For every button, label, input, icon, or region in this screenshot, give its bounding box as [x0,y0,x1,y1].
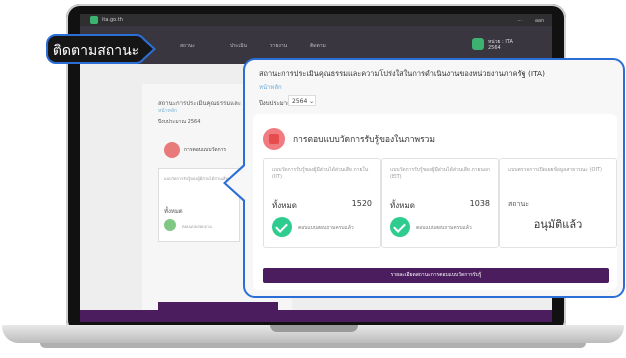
inner-red-icon [164,142,180,158]
status-label-pill: ติดตามสถานะ [46,34,146,64]
inner-box-status: ตอบแบบสอบถาม [182,224,212,229]
iit-count: 1520 [351,199,372,208]
popup-breadcrumb[interactable]: หน้าหลัก [259,82,282,92]
inner-subtitle[interactable]: หน้าหลัก [158,107,177,115]
user-avatar-icon[interactable] [472,38,484,50]
inner-detail-button[interactable] [158,302,278,310]
inner-check-icon [164,219,176,231]
iit-title: แบบวัดการรับรู้ของผู้มีส่วนได้ส่วนเสีย ภ… [272,167,369,180]
app-topbar: ita.go.th ... ออก [80,14,552,26]
app-footer-bar [80,310,552,322]
nav-item-follow[interactable]: ติดตาม [310,42,326,50]
detail-status-button[interactable]: รายละเอียดสถานะการตอบแบบวัดการรับรู้ [263,268,609,283]
site-logo-text: ita.go.th [102,17,123,23]
iit-all-label: ทั้งหมด [272,201,297,210]
year-select[interactable]: 2564 ⌄ [288,95,316,106]
signout-link[interactable]: ออก [535,17,544,25]
section-title: การตอบแบบวัดการรับรู้ของในภาพรวม [293,135,436,145]
user-year: 2564 [488,45,501,51]
nav-item-report[interactable]: รายงาน [270,42,287,50]
oit-box: แบบตรวจการเปิดเผยข้อมูลสาธารณะ (OIT) สถา… [499,158,617,248]
check-circle-icon [390,217,410,237]
iit-status: ตอบแบบสอบถามครบแล้ว [298,225,354,231]
eit-title: แบบวัดการรับรู้ของผู้มีส่วนได้ส่วนเสีย ภ… [390,167,490,180]
inner-box-all: ทั้งหมด [164,208,183,215]
laptop-foot [40,343,586,348]
site-logo-icon [90,16,98,24]
eit-count: 1038 [469,199,490,208]
eit-box: แบบวัดการรับรู้ของผู้มีส่วนได้ส่วนเสีย ภ… [381,158,499,248]
eit-all-label: ทั้งหมด [390,201,415,210]
laptop-notch [270,325,358,332]
inner-year: ปีงบประมาณ 2564 [158,119,201,125]
survey-icon-inner [269,134,279,144]
label-arrow-inner [143,40,153,58]
zoom-popup: สถานะการประเมินคุณธรรมและความโปร่งใสในกา… [243,58,625,298]
inner-red-title: การตอบแบบวัดการ [184,147,227,153]
nav-item-assess[interactable]: ประเมิน [230,42,247,50]
user-info: หน่วย : ITA 2564 [488,39,513,51]
check-circle-icon [272,217,292,237]
oit-approved: อนุมัติแล้ว [533,218,583,231]
overview-card: การตอบแบบวัดการรับรู้ของในภาพรวม แบบวัดก… [253,114,617,290]
nav-item-status[interactable]: สถานะ [180,42,195,50]
popup-arrow-inner [226,166,245,200]
iit-box: แบบวัดการรับรู้ของผู้มีส่วนได้ส่วนเสีย ภ… [263,158,381,248]
bell-icon[interactable]: ... [517,17,522,23]
popup-title: สถานะการประเมินคุณธรรมและความโปร่งใสในกา… [259,69,545,78]
eit-status: ตอบแบบสอบถามครบแล้ว [416,225,472,231]
oit-status-label: สถานะ [508,200,529,208]
oit-title: แบบตรวจการเปิดเผยข้อมูลสาธารณะ (OIT) [508,167,602,173]
